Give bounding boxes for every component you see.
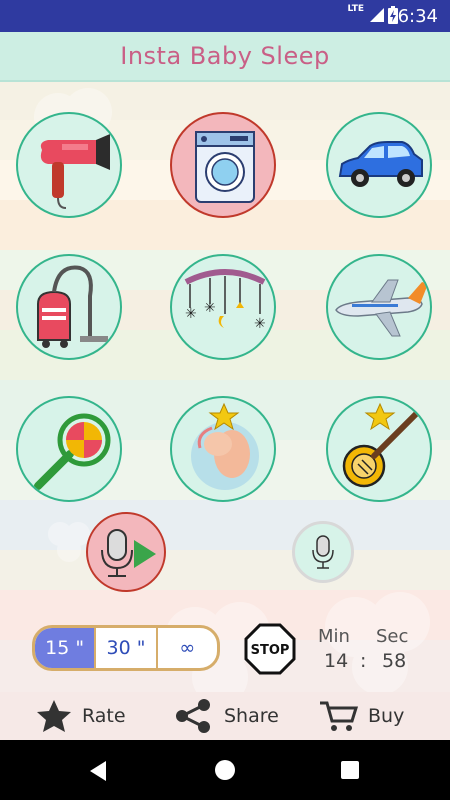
crib-mobile-icon: ✳ ✳ ✳ <box>184 269 266 332</box>
airplane-sound-button[interactable] <box>326 254 432 360</box>
car-sound-button[interactable] <box>326 112 432 218</box>
vacuum-cleaner-sound-button[interactable] <box>16 254 122 360</box>
airplane-icon <box>335 279 428 337</box>
crib-mobile-sound-button[interactable]: ✳ ✳ ✳ <box>170 254 276 360</box>
banjo-sound-button[interactable] <box>326 396 432 502</box>
minutes-label: Min <box>318 626 350 647</box>
svg-text:✳: ✳ <box>254 316 266 332</box>
shopping-cart-icon <box>320 701 358 731</box>
timer-option-30[interactable]: 30 " <box>96 628 158 668</box>
app-bar: Insta Baby Sleep <box>0 32 450 82</box>
stop-label: STOP <box>251 643 290 658</box>
minutes-value: 14 <box>324 650 349 672</box>
back-icon[interactable] <box>88 760 110 782</box>
rate-button[interactable]: Rate <box>36 692 126 740</box>
app-title: Insta Baby Sleep <box>120 42 330 70</box>
premium-star-icon <box>208 402 240 430</box>
premium-star-icon <box>364 402 396 430</box>
buy-label: Buy <box>368 705 405 727</box>
bottom-action-bar: Rate Share Buy <box>0 692 450 740</box>
svg-text:✳: ✳ <box>204 300 216 316</box>
stop-button[interactable]: STOP <box>244 623 296 675</box>
share-button[interactable]: Share <box>174 692 279 740</box>
record-sound-button[interactable] <box>86 512 166 592</box>
vacuum-cleaner-icon <box>37 265 108 348</box>
signal-icon <box>370 8 384 22</box>
car-icon <box>338 141 423 187</box>
home-icon[interactable] <box>214 759 236 781</box>
navigation-bar <box>0 740 450 800</box>
recents-icon[interactable] <box>340 760 360 780</box>
rattle-sound-button[interactable] <box>16 396 122 502</box>
status-bar: LTE 6:34 <box>0 0 450 32</box>
buy-button[interactable]: Buy <box>318 692 404 740</box>
rattle-icon <box>34 413 111 490</box>
share-label: Share <box>224 705 279 727</box>
svg-text:✳: ✳ <box>185 306 197 322</box>
microphone-record-icon <box>101 529 156 577</box>
washing-machine-sound-button[interactable] <box>170 112 276 218</box>
seconds-label: Sec <box>376 626 409 647</box>
network-type: LTE <box>347 4 364 14</box>
microphone-icon <box>312 535 334 569</box>
timer-option-infinite[interactable]: ∞ <box>158 628 217 668</box>
play-recording-button[interactable] <box>292 521 354 583</box>
hair-dryer-icon <box>40 134 110 209</box>
clock: 6:34 <box>397 6 438 27</box>
seconds-value: 58 <box>382 650 407 672</box>
timer-option-15[interactable]: 15 " <box>35 628 97 668</box>
share-icon <box>176 699 210 733</box>
hair-dryer-sound-button[interactable] <box>16 112 122 218</box>
battery-icon <box>388 6 398 24</box>
timer-selector: 15 " 30 " ∞ <box>32 625 220 671</box>
rate-label: Rate <box>82 705 126 727</box>
womb-sound-button[interactable] <box>170 396 276 502</box>
washing-machine-icon <box>195 131 255 203</box>
star-icon <box>37 700 71 732</box>
time-separator: : <box>360 650 367 672</box>
